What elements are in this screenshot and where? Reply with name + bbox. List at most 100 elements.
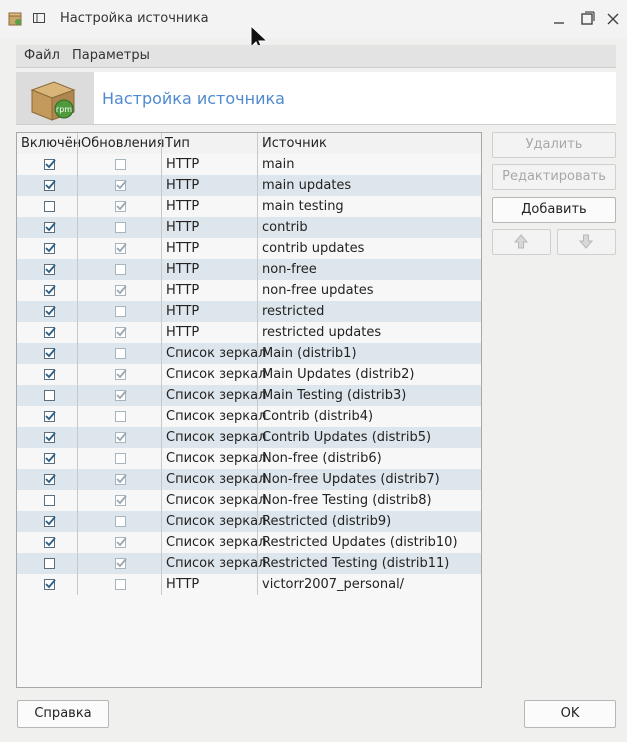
enabled-checkbox[interactable] xyxy=(44,201,55,212)
updates-checkbox[interactable] xyxy=(115,285,127,296)
updates-checkbox[interactable] xyxy=(115,495,127,506)
table-row[interactable]: Список зеркал Restricted Testing (distrib… xyxy=(17,553,481,574)
enabled-checkbox[interactable] xyxy=(44,327,56,338)
enabled-checkbox[interactable] xyxy=(44,222,56,233)
source-cell: restricted xyxy=(262,304,325,319)
table-row[interactable]: Список зеркал Non-free (distrib6) xyxy=(17,448,481,469)
enabled-checkbox[interactable] xyxy=(44,159,56,170)
updates-checkbox[interactable] xyxy=(115,453,126,464)
enabled-checkbox[interactable] xyxy=(44,180,56,191)
table-row[interactable]: Список зеркал Restricted Updates (distrib… xyxy=(17,532,481,553)
enabled-checkbox[interactable] xyxy=(44,432,56,443)
table-row[interactable]: HTTP non-free updates xyxy=(17,280,481,301)
enabled-checkbox[interactable] xyxy=(44,369,56,380)
header-source[interactable]: Источник xyxy=(262,136,327,151)
enabled-checkbox[interactable] xyxy=(44,243,56,254)
updates-checkbox[interactable] xyxy=(115,390,127,401)
table-row[interactable]: HTTP victorr2007_personal/ xyxy=(17,574,481,595)
close-icon[interactable] xyxy=(604,10,622,28)
table-row[interactable]: HTTP main xyxy=(17,154,481,175)
type-cell: Список зеркал xyxy=(166,409,267,424)
updates-checkbox[interactable] xyxy=(115,516,126,527)
table-row[interactable]: Список зеркал Contrib (distrib4) xyxy=(17,406,481,427)
enabled-checkbox[interactable] xyxy=(44,537,56,548)
table-row[interactable]: Список зеркал Contrib Updates (distrib5) xyxy=(17,427,481,448)
type-cell: Список зеркал xyxy=(166,451,267,466)
updates-checkbox[interactable] xyxy=(115,537,127,548)
updates-checkbox[interactable] xyxy=(115,579,126,590)
header-type[interactable]: Тип xyxy=(165,136,190,151)
source-cell: Non-free (distrib6) xyxy=(262,451,382,466)
updates-checkbox[interactable] xyxy=(115,432,127,443)
table-row[interactable]: Список зеркал Non-free Testing (distrib8) xyxy=(17,490,481,511)
enabled-checkbox[interactable] xyxy=(44,453,56,464)
header-enabled[interactable]: Включён xyxy=(21,136,81,151)
table-row[interactable]: Список зеркал Main Testing (distrib3) xyxy=(17,385,481,406)
help-button[interactable]: Справка xyxy=(17,700,109,728)
enabled-checkbox[interactable] xyxy=(44,264,56,275)
delete-button[interactable]: Удалить xyxy=(492,132,616,158)
sources-table[interactable]: Включён Обновления Тип Источник HTTP main… xyxy=(16,132,482,688)
move-up-button[interactable] xyxy=(492,229,551,255)
updates-checkbox[interactable] xyxy=(115,264,126,275)
source-cell: victorr2007_personal/ xyxy=(262,577,405,592)
updates-checkbox[interactable] xyxy=(115,306,126,317)
add-button[interactable]: Добавить xyxy=(492,197,616,223)
rpm-package-icon: rpm xyxy=(30,81,76,121)
table-row[interactable]: Список зеркал Non-free Updates (distrib7) xyxy=(17,469,481,490)
table-row[interactable]: HTTP non-free xyxy=(17,259,481,280)
updates-checkbox[interactable] xyxy=(115,180,127,191)
enabled-checkbox[interactable] xyxy=(44,285,56,296)
enabled-checkbox[interactable] xyxy=(44,516,56,527)
updates-checkbox[interactable] xyxy=(115,243,127,254)
enabled-checkbox[interactable] xyxy=(44,411,56,422)
column-divider xyxy=(257,133,258,595)
source-cell: restricted updates xyxy=(262,325,382,340)
edit-button[interactable]: Редактировать xyxy=(492,164,616,190)
table-row[interactable]: Список зеркал Main (distrib1) xyxy=(17,343,481,364)
table-row[interactable]: HTTP restricted updates xyxy=(17,322,481,343)
type-cell: Список зеркал xyxy=(166,535,267,550)
enabled-checkbox[interactable] xyxy=(44,495,55,506)
source-cell: contrib updates xyxy=(262,241,365,256)
table-row[interactable]: HTTP contrib updates xyxy=(17,238,481,259)
table-row[interactable]: HTTP contrib xyxy=(17,217,481,238)
updates-checkbox[interactable] xyxy=(115,201,127,212)
enabled-checkbox[interactable] xyxy=(44,306,56,317)
header-updates[interactable]: Обновления xyxy=(81,136,164,151)
updates-checkbox[interactable] xyxy=(115,411,126,422)
table-row[interactable]: Список зеркал Restricted (distrib9) xyxy=(17,511,481,532)
type-cell: HTTP xyxy=(166,304,200,319)
enabled-checkbox[interactable] xyxy=(44,579,56,590)
type-cell: HTTP xyxy=(166,262,200,277)
updates-checkbox[interactable] xyxy=(115,348,126,359)
menu-file[interactable]: Файл xyxy=(24,48,60,63)
source-cell: Contrib (distrib4) xyxy=(262,409,374,424)
enabled-checkbox[interactable] xyxy=(44,348,56,359)
table-row[interactable]: HTTP main testing xyxy=(17,196,481,217)
updates-checkbox[interactable] xyxy=(115,369,127,380)
maximize-icon[interactable] xyxy=(578,10,596,28)
enabled-checkbox[interactable] xyxy=(44,474,56,485)
updates-checkbox[interactable] xyxy=(115,159,126,170)
enabled-checkbox[interactable] xyxy=(44,390,55,401)
arrow-down-icon xyxy=(579,234,593,249)
updates-checkbox[interactable] xyxy=(115,327,127,338)
updates-checkbox[interactable] xyxy=(115,474,127,485)
table-row[interactable]: HTTP main updates xyxy=(17,175,481,196)
move-down-button[interactable] xyxy=(557,229,616,255)
type-cell: Список зеркал xyxy=(166,367,267,382)
minimize-icon[interactable] xyxy=(550,10,568,28)
enabled-checkbox[interactable] xyxy=(44,558,55,569)
ok-button[interactable]: OK xyxy=(524,700,616,728)
type-cell: HTTP xyxy=(166,199,200,214)
pin-icon[interactable] xyxy=(33,13,45,23)
updates-checkbox[interactable] xyxy=(115,222,126,233)
table-row[interactable]: HTTP restricted xyxy=(17,301,481,322)
source-cell: non-free updates xyxy=(262,283,374,298)
type-cell: HTTP xyxy=(166,157,200,172)
updates-checkbox[interactable] xyxy=(115,558,127,569)
table-row[interactable]: Список зеркал Main Updates (distrib2) xyxy=(17,364,481,385)
menu-params[interactable]: Параметры xyxy=(72,48,150,63)
source-cell: Contrib Updates (distrib5) xyxy=(262,430,432,445)
